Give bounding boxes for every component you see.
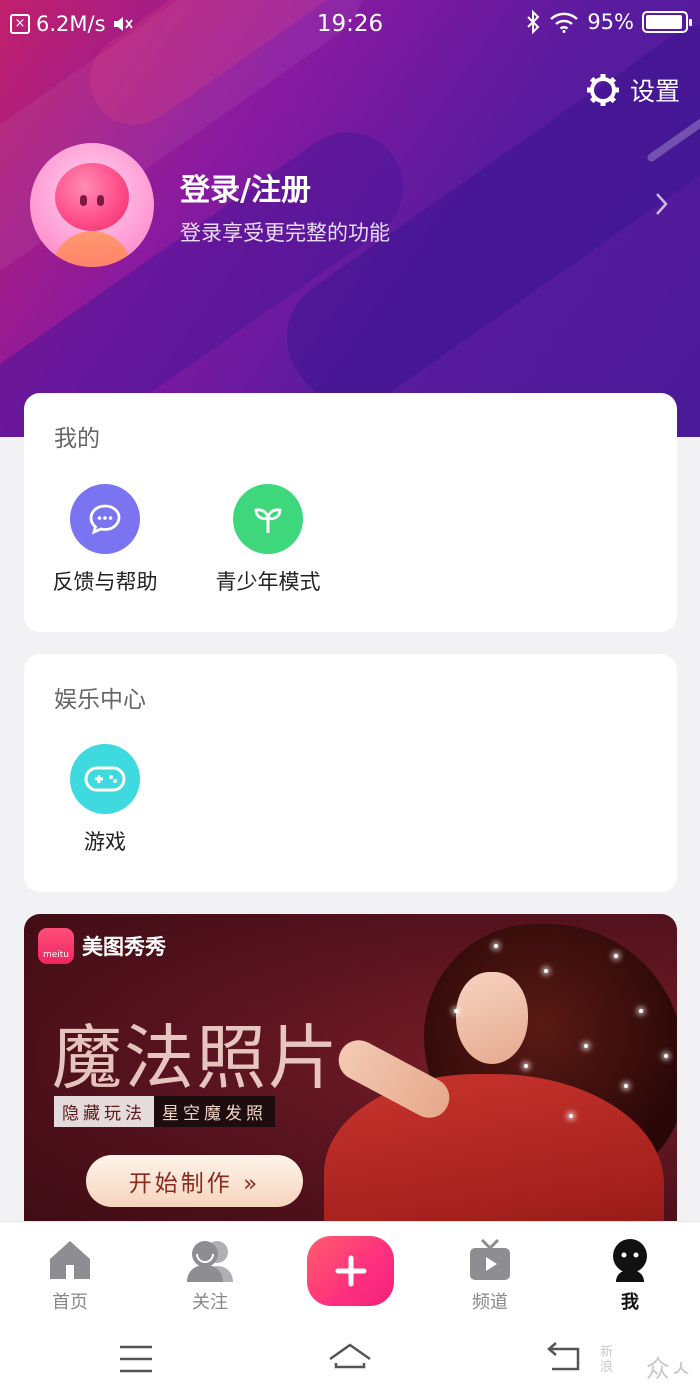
home-nav-icon[interactable] bbox=[326, 1339, 374, 1379]
watermark-text: 众ㅅ bbox=[645, 1355, 692, 1383]
tab-home-label: 首页 bbox=[52, 1292, 88, 1313]
back-icon[interactable] bbox=[544, 1339, 582, 1379]
home-icon bbox=[50, 1241, 90, 1279]
tab-bar: 首页 关注 频道 我 bbox=[0, 1221, 700, 1321]
tab-following-label: 关注 bbox=[192, 1292, 228, 1313]
meitu-logo-icon: meitu bbox=[38, 928, 74, 964]
gear-icon bbox=[586, 74, 619, 106]
plus-icon bbox=[335, 1255, 366, 1287]
tag-hidden: 隐藏玩法 bbox=[54, 1096, 154, 1127]
battery-icon bbox=[642, 11, 692, 33]
wifi-icon bbox=[550, 12, 579, 33]
create-post-button[interactable] bbox=[307, 1236, 394, 1306]
tab-channels-label: 频道 bbox=[472, 1292, 508, 1313]
chevron-right-icon bbox=[656, 193, 668, 215]
tv-icon bbox=[470, 1238, 510, 1280]
gamepad-icon bbox=[70, 744, 140, 814]
tag-starry: 星空魔发照 bbox=[154, 1096, 275, 1127]
login-register-row[interactable]: 登录/注册 登录享受更完整的功能 bbox=[30, 143, 680, 268]
entertainment-title: 娱乐中心 bbox=[54, 687, 146, 713]
tab-me[interactable]: 我 bbox=[580, 1236, 680, 1314]
battery-percent: 95% bbox=[587, 10, 634, 34]
settings-button[interactable]: 设置 bbox=[586, 72, 680, 108]
menu-icon[interactable] bbox=[118, 1339, 154, 1379]
tab-home[interactable]: 首页 bbox=[20, 1236, 120, 1314]
login-title: 登录/注册 bbox=[180, 173, 311, 208]
teen-mode-item[interactable]: 青少年模式 bbox=[188, 484, 348, 596]
tab-channels[interactable]: 频道 bbox=[440, 1236, 540, 1314]
me-icon bbox=[613, 1239, 647, 1282]
avatar[interactable] bbox=[30, 143, 154, 267]
sprout-icon bbox=[233, 484, 303, 554]
system-nav-bar: 新浪 众ㅅ bbox=[0, 1321, 700, 1400]
start-making-button[interactable]: 开始制作 » bbox=[86, 1155, 303, 1207]
login-subtitle: 登录享受更完整的功能 bbox=[180, 221, 390, 245]
status-bar: × 6.2M/s 19:26 95% bbox=[0, 0, 700, 48]
feedback-help-label: 反馈与帮助 bbox=[52, 570, 158, 594]
mine-title: 我的 bbox=[54, 426, 100, 452]
entertainment-card: 娱乐中心 游戏 bbox=[24, 654, 677, 892]
games-label: 游戏 bbox=[84, 830, 126, 854]
bluetooth-icon bbox=[527, 10, 540, 34]
promo-banner[interactable]: meitu 美图秀秀 魔法照片 隐藏玩法 星空魔发照 开始制作 » bbox=[24, 914, 677, 1234]
watermark-small-text: 新浪 bbox=[600, 1345, 614, 1375]
feedback-help-item[interactable]: 反馈与帮助 bbox=[25, 484, 185, 596]
banner-title: 魔法照片 bbox=[52, 1017, 340, 1099]
games-item[interactable]: 游戏 bbox=[25, 744, 185, 856]
banner-tagline: 隐藏玩法 星空魔发照 bbox=[54, 1096, 275, 1127]
tab-following[interactable]: 关注 bbox=[160, 1236, 260, 1314]
users-icon bbox=[187, 1241, 233, 1282]
teen-mode-label: 青少年模式 bbox=[215, 570, 321, 594]
chat-bubble-icon bbox=[70, 484, 140, 554]
mine-card: 我的 反馈与帮助 青少年模式 bbox=[24, 393, 677, 632]
tab-me-label: 我 bbox=[621, 1292, 639, 1313]
brand: meitu 美图秀秀 bbox=[38, 928, 166, 964]
brand-name: 美图秀秀 bbox=[82, 935, 166, 959]
settings-label: 设置 bbox=[629, 77, 680, 106]
